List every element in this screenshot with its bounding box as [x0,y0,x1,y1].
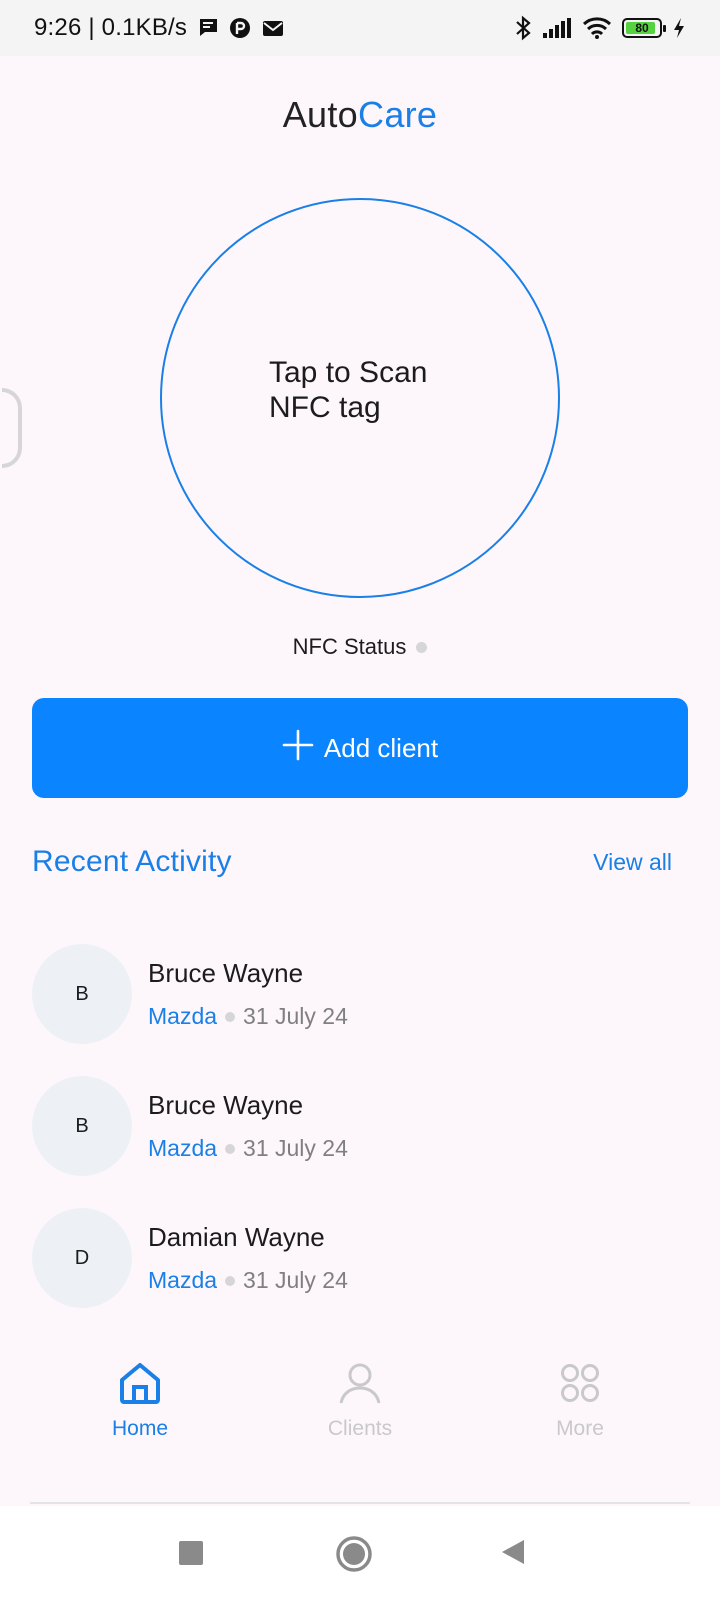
avatar: D [32,1208,132,1308]
view-all-link[interactable]: View all [593,849,672,876]
client-name: Damian Wayne [148,1222,325,1252]
system-navigation-bar [0,1506,720,1600]
status-time-speed: 9:26 | 0.1KB/s [34,14,188,41]
scan-nfc-label: Tap to Scan NFC tag [269,356,428,424]
message-icon [197,17,219,39]
list-item-info: Bruce Wayne Mazda 31 July 24 [148,958,348,1030]
home-icon [117,1360,163,1411]
nfc-status-dot [416,641,428,653]
recent-activity-list[interactable]: B Bruce Wayne Mazda 31 July 24 B Bruce W… [32,928,688,1328]
list-item[interactable]: B Bruce Wayne Mazda 31 July 24 [32,1060,688,1192]
list-item[interactable]: D Damian Wayne Mazda 31 July 24 [32,1192,688,1324]
avatar: B [32,944,132,1044]
nav-item-home[interactable]: Home [50,1360,230,1441]
back-button[interactable] [500,1538,526,1566]
home-button[interactable] [336,1536,372,1572]
list-item-meta: Mazda 31 July 24 [148,1135,348,1162]
plus-icon [282,729,314,768]
grid-icon [557,1360,603,1411]
separator-dot [225,1275,236,1286]
activity-date: 31 July 24 [243,1003,348,1029]
activity-date: 31 July 24 [243,1267,348,1293]
battery-cap [663,25,666,32]
wifi-icon [582,16,612,40]
recent-activity-title: Recent Activity [32,845,232,878]
nav-label-home: Home [111,1417,169,1440]
recents-button[interactable] [178,1540,204,1566]
car-make: Mazda [148,1003,218,1029]
recent-activity-header: Recent Activity View all [32,845,672,879]
list-item-info: Damian Wayne Mazda 31 July 24 [148,1222,348,1294]
charging-icon [672,17,686,39]
list-item[interactable]: B Bruce Wayne Mazda 31 July 24 [32,928,688,1060]
nfc-status: NFC Status [0,634,720,660]
separator-dot [225,1011,236,1022]
nfc-status-label: NFC Status [292,634,407,659]
list-item[interactable] [32,1326,688,1328]
app-title: AutoCare [0,94,720,136]
battery-level: 80 [635,21,649,35]
add-client-label: Add client [323,732,439,763]
app-title-part2: Care [358,94,438,135]
status-right: 80 [514,15,686,41]
list-item-info: Bruce Wayne Mazda 31 July 24 [148,1090,348,1162]
status-left: 9:26 | 0.1KB/s [34,14,285,42]
nav-item-clients[interactable]: Clients [270,1360,450,1441]
signal-icon [542,17,572,39]
bluetooth-icon [514,15,532,41]
scan-nfc-button[interactable]: Tap to Scan NFC tag [160,198,560,598]
list-item-meta: Mazda 31 July 24 [148,1003,348,1030]
app-title-part1: Auto [282,94,359,135]
user-icon [337,1360,383,1411]
activity-date: 31 July 24 [243,1135,348,1161]
p-badge-icon [229,17,251,39]
status-bar: 9:26 | 0.1KB/s 80 [0,0,720,56]
client-name: Bruce Wayne [148,958,304,988]
battery-icon: 80 [622,18,666,38]
separator-dot [225,1143,236,1154]
bottom-navigation: Home Clients More [30,1360,690,1504]
add-client-button[interactable]: Add client [32,698,688,798]
list-item-meta: Mazda 31 July 24 [148,1267,348,1294]
avatar: B [32,1076,132,1176]
nav-label-clients: Clients [327,1417,393,1440]
nav-label-more: More [556,1417,604,1440]
client-name: Bruce Wayne [148,1090,304,1120]
car-make: Mazda [148,1267,218,1293]
mail-icon [261,17,285,39]
nav-item-more[interactable]: More [490,1360,670,1441]
edge-swipe-handle[interactable] [2,388,22,468]
car-make: Mazda [148,1135,218,1161]
